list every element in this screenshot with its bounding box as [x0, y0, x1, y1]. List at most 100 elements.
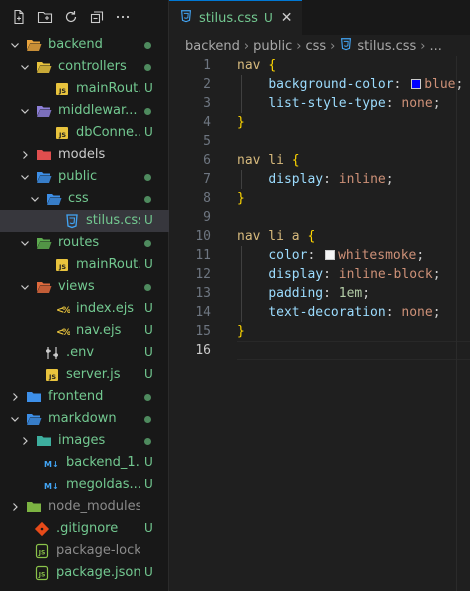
close-icon[interactable]: ✕ — [281, 10, 293, 26]
code-token: nav — [237, 58, 261, 73]
code-line[interactable]: 5 — [169, 132, 470, 151]
chevron-down-icon[interactable] — [17, 235, 33, 251]
tree-item[interactable]: .gitignore U — [0, 518, 169, 540]
chevron-down-icon[interactable] — [17, 279, 33, 295]
svg-text:M↓: M↓ — [44, 460, 59, 469]
chevron-down-icon[interactable] — [17, 59, 33, 75]
tree-item[interactable]: <% nav.ejs U — [0, 320, 169, 342]
chevron-down-icon[interactable] — [17, 103, 33, 119]
tree-item[interactable]: frontend — [0, 386, 169, 408]
tree-item-label: backend_1.... — [66, 455, 140, 470]
tree-item[interactable]: JS package.json U — [0, 562, 169, 584]
tree-item[interactable]: .env U — [0, 342, 169, 364]
refresh-icon[interactable] — [60, 6, 82, 28]
tree-item[interactable]: <% index.ejs U — [0, 298, 169, 320]
code-line[interactable]: 7 display: inline; — [169, 170, 470, 189]
tree-item[interactable]: JS package-lock.json — [0, 540, 169, 562]
js-file-icon: JS — [54, 257, 70, 273]
collapse-all-icon[interactable] — [86, 6, 108, 28]
tree-item[interactable]: JS dbConne... U — [0, 122, 169, 144]
tree-item-label: node_modules — [48, 499, 140, 514]
tab-stilus-css[interactable]: stilus.css U ✕ — [169, 0, 303, 35]
code-line[interactable]: 4} — [169, 113, 470, 132]
tree-item[interactable]: models — [0, 144, 169, 166]
tree-item-label: views — [58, 279, 95, 294]
code-line[interactable]: 6 nav li { — [169, 151, 470, 170]
code-line[interactable]: 1 nav { — [169, 56, 470, 75]
code-line[interactable]: 16 — [169, 341, 470, 360]
tree-item[interactable]: JS server.js U — [0, 364, 169, 386]
tree-item[interactable]: routes — [0, 232, 169, 254]
chevron-right-icon[interactable] — [17, 147, 33, 163]
code-line[interactable]: 14 text-decoration: none; — [169, 303, 470, 322]
code-line[interactable]: 10 nav li a { — [169, 227, 470, 246]
breadcrumb-item-public[interactable]: public — [253, 39, 292, 54]
git-status-badge: U — [144, 455, 153, 469]
tree-item[interactable]: M↓ backend_1.... U — [0, 452, 169, 474]
git-status-badge: U — [144, 367, 153, 381]
code-token: ; — [416, 248, 425, 263]
indent-guide — [241, 170, 242, 189]
color-swatch-icon[interactable] — [325, 250, 336, 260]
tree-item-label: dbConne... — [76, 125, 140, 140]
code-token: } — [237, 191, 245, 206]
chevron-right-icon: › — [243, 38, 250, 54]
code-token: : — [385, 305, 402, 320]
breadcrumb-item-more[interactable]: ... — [430, 39, 442, 54]
code-line[interactable]: 13 padding: 1em; — [169, 284, 470, 303]
git-status-badge: U — [144, 213, 153, 227]
breadcrumb-item-backend[interactable]: backend — [185, 39, 240, 54]
more-actions-icon[interactable] — [112, 6, 134, 28]
git-status-badge: U — [144, 81, 153, 95]
code-line[interactable]: 15} — [169, 322, 470, 341]
chevron-down-icon[interactable] — [17, 169, 33, 185]
tree-item-label: .gitignore — [56, 521, 119, 536]
tree-item[interactable]: images — [0, 430, 169, 452]
code-text: nav li a { — [237, 227, 315, 246]
svg-text:%: % — [62, 328, 70, 338]
tree-item[interactable]: css — [0, 188, 169, 210]
tree-item[interactable]: markdown — [0, 408, 169, 430]
tree-item[interactable]: views — [0, 276, 169, 298]
breadcrumb-item-css[interactable]: css — [305, 39, 326, 54]
env-file-icon — [44, 345, 60, 361]
tree-item[interactable]: JS mainRout... U — [0, 78, 169, 100]
tree-item[interactable]: JS mainRout... U — [0, 254, 169, 276]
color-swatch-icon[interactable] — [411, 79, 422, 89]
css-file-icon — [64, 213, 80, 229]
chevron-right-icon: › — [296, 38, 302, 54]
code-token: whitesmoke — [338, 248, 417, 263]
tree-item[interactable]: controllers — [0, 56, 169, 78]
new-folder-icon[interactable] — [34, 6, 56, 28]
chevron-right-icon[interactable] — [17, 433, 33, 449]
tree-item[interactable]: middlewar... — [0, 100, 169, 122]
folder-open-icon — [26, 37, 42, 53]
code-line[interactable]: 8} — [169, 189, 470, 208]
tree-item[interactable]: backend — [0, 34, 169, 56]
chevron-right-icon[interactable] — [7, 499, 23, 515]
line-number: 11 — [195, 248, 211, 263]
breadcrumb: backend › public › css › stilus.css › ..… — [169, 35, 470, 57]
folder-open-icon — [36, 235, 52, 251]
tree-item[interactable]: M↓ megoldas.... U — [0, 474, 169, 496]
scrollbar[interactable] — [456, 56, 470, 591]
code-line[interactable]: 2 background-color: blue; — [169, 75, 470, 94]
code-line[interactable]: 9 — [169, 208, 470, 227]
git-status-badge: U — [144, 323, 153, 337]
code-token: background-color — [268, 77, 394, 92]
code-token: { — [268, 58, 277, 73]
code-line[interactable]: 11 color: whitesmoke; — [169, 246, 470, 265]
breadcrumb-item-file[interactable]: stilus.css — [357, 39, 416, 54]
line-number: 4 — [203, 115, 211, 130]
tree-item[interactable]: stilus.css U — [0, 210, 169, 232]
code-line[interactable]: 3 list-style-type: none; — [169, 94, 470, 113]
chevron-down-icon[interactable] — [7, 411, 23, 427]
code-line[interactable]: 12 display: inline-block; — [169, 265, 470, 284]
code-editor[interactable]: 1 nav {2 background-color: blue; 3 list-st… — [169, 56, 470, 360]
new-file-icon[interactable] — [8, 6, 30, 28]
tree-item[interactable]: public — [0, 166, 169, 188]
chevron-right-icon[interactable] — [7, 389, 23, 405]
chevron-down-icon[interactable] — [7, 37, 23, 53]
chevron-down-icon[interactable] — [27, 191, 43, 207]
tree-item[interactable]: node_modules — [0, 496, 169, 518]
